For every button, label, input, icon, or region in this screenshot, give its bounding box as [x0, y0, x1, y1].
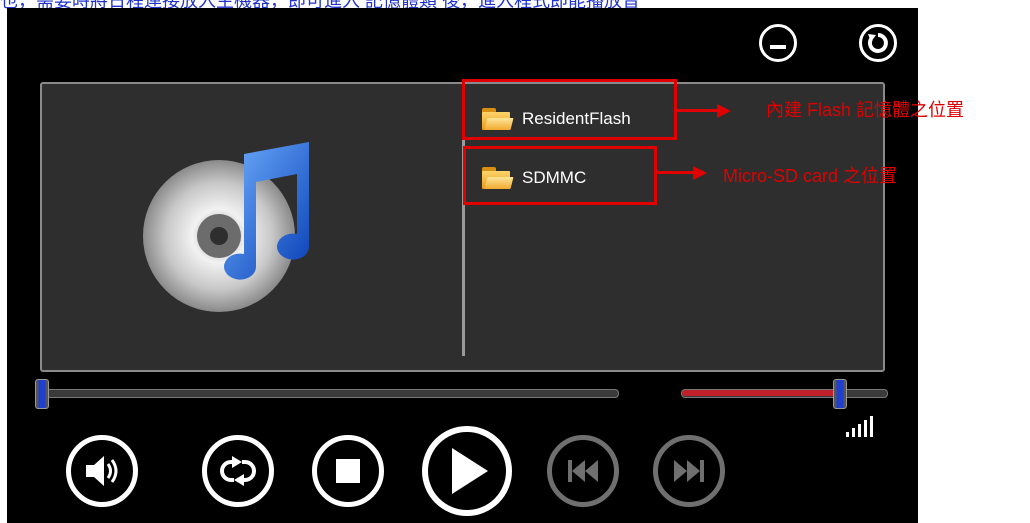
- itunes-music-cd-icon: [143, 142, 310, 312]
- speaker-icon: [86, 456, 118, 486]
- progress-thumb[interactable]: [35, 379, 49, 409]
- next-track-icon: [674, 460, 704, 482]
- refresh-icon: [867, 33, 888, 53]
- sdmmc-arrow: [657, 171, 695, 174]
- minimize-button[interactable]: [759, 24, 797, 62]
- stop-icon: [336, 459, 360, 483]
- resident-flash-arrow: [677, 109, 719, 112]
- signal-bars-icon: [846, 416, 873, 437]
- previous-track-icon: [568, 460, 598, 482]
- sdmmc-arrow-head: [693, 166, 707, 180]
- resident-flash-highlight: [462, 79, 677, 140]
- resident-flash-arrow-head: [717, 104, 731, 118]
- repeat-icon: [220, 456, 256, 486]
- minus-icon: [770, 45, 786, 49]
- progress-track[interactable]: [42, 389, 619, 398]
- refresh-button[interactable]: [859, 24, 897, 62]
- previous-track-button[interactable]: [547, 435, 619, 507]
- volume-thumb[interactable]: [833, 379, 847, 409]
- repeat-button[interactable]: [202, 435, 274, 507]
- stop-button[interactable]: [312, 435, 384, 507]
- play-icon: [452, 448, 488, 494]
- resident-flash-annotation: 內建 Flash 記憶體之位置: [766, 100, 965, 120]
- play-button[interactable]: [422, 426, 512, 516]
- next-track-button[interactable]: [653, 435, 725, 507]
- volume-button[interactable]: [66, 435, 138, 507]
- sdmmc-highlight: [463, 146, 657, 205]
- sdmmc-annotation: Micro-SD card 之位置: [723, 166, 898, 186]
- volume-fill: [682, 390, 838, 396]
